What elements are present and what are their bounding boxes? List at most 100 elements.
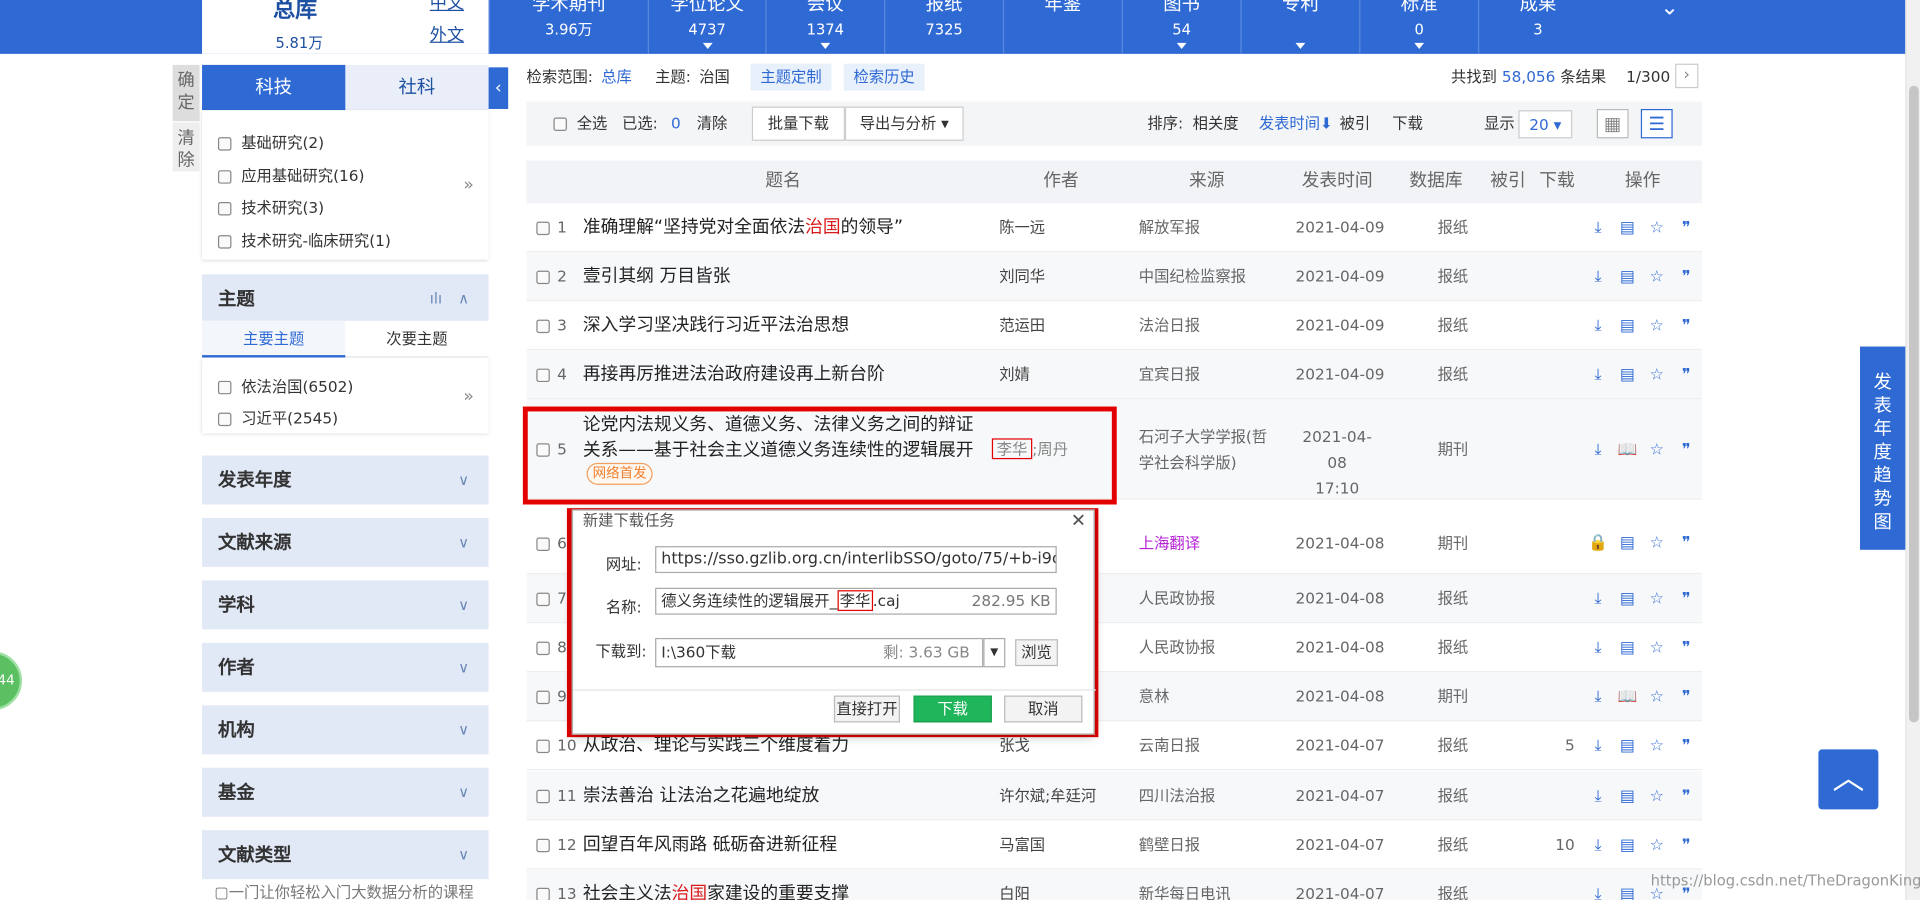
row-title[interactable]: 深入学习坚决践行习近平法治思想: [583, 301, 849, 350]
nav-tab[interactable]: 报纸 7325: [884, 0, 1003, 54]
quote-icon[interactable]: ❞: [1675, 315, 1697, 337]
favorite-icon[interactable]: ☆: [1646, 532, 1668, 554]
html-read-icon[interactable]: ▤: [1616, 217, 1638, 239]
clear-selection-button[interactable]: 清除: [697, 102, 728, 146]
year-trend-button[interactable]: 发表年度趋势图: [1860, 346, 1906, 550]
favorite-icon[interactable]: ☆: [1646, 834, 1668, 856]
quote-icon[interactable]: ❞: [1675, 834, 1697, 856]
table-row[interactable]: 13 社会主义法治国家建设的重要支撑 白阳 新华每日电讯 2021-04-07 报纸 ⤓ ▤ ☆…: [526, 869, 1703, 900]
download-icon[interactable]: ⤓: [1587, 785, 1609, 807]
favorite-icon[interactable]: ☆: [1646, 785, 1668, 807]
tab-science[interactable]: 科技: [202, 64, 346, 111]
research-item[interactable]: 基础研究(2): [217, 130, 324, 153]
download-icon[interactable]: ⤓: [1587, 883, 1609, 900]
row-author[interactable]: 刘同华: [999, 252, 1045, 301]
favorite-icon[interactable]: ☆: [1646, 438, 1668, 460]
row-title[interactable]: 回望百年风雨路 砥砺奋进新征程: [583, 820, 837, 869]
quote-icon[interactable]: ❞: [1675, 686, 1697, 708]
download-icon[interactable]: ⤓: [1587, 217, 1609, 239]
row-source[interactable]: 人民政协报: [1139, 623, 1216, 672]
clear-filter-button[interactable]: 清除: [172, 122, 200, 172]
quote-icon[interactable]: ❞: [1675, 637, 1697, 659]
table-row[interactable]: 2 壹引其纲 万目皆张 刘同华 中国纪检监察报 2021-04-09 报纸 ⤓ ▤ ☆ ❞: [526, 252, 1703, 302]
floating-speed-ball[interactable]: 44: [0, 651, 23, 711]
row-source[interactable]: 新华每日电讯: [1139, 869, 1231, 900]
close-icon[interactable]: ✕: [1071, 509, 1086, 531]
facet-doc-type[interactable]: 文献类型 ∨: [202, 830, 489, 880]
row-author[interactable]: 范运田: [999, 301, 1045, 350]
row-author[interactable]: 许尔斌;牟廷河: [999, 771, 1096, 820]
path-dropdown-icon[interactable]: ▾: [983, 637, 1006, 668]
page-size-select[interactable]: 20 ▾: [1518, 110, 1573, 139]
facet-year[interactable]: 发表年度 ∨: [202, 455, 489, 505]
download-icon[interactable]: ⤓: [1587, 364, 1609, 386]
download-icon[interactable]: ⤓: [1587, 588, 1609, 610]
back-to-top-icon[interactable]: ︿: [1818, 749, 1879, 810]
table-row[interactable]: 3 深入学习坚决践行习近平法治思想 范运田 法治日报 2021-04-09 报纸 ⤓ ▤ ☆ ❞: [526, 301, 1703, 351]
html-read-icon[interactable]: ▤: [1616, 637, 1638, 659]
topic-item[interactable]: 依法治国(6502): [217, 373, 353, 396]
page-scrollbar[interactable]: [1905, 0, 1920, 900]
row-number[interactable]: 6: [536, 512, 567, 574]
batch-download-button[interactable]: 批量下载: [751, 106, 845, 141]
download-icon[interactable]: ⤓: [1587, 834, 1609, 856]
favorite-icon[interactable]: ☆: [1646, 217, 1668, 239]
open-direct-button[interactable]: 直接打开: [833, 695, 901, 723]
research-item[interactable]: 技术研究(3): [217, 195, 324, 218]
row-source[interactable]: 上海翻译: [1139, 512, 1200, 574]
course-ad-image[interactable]: ▢一门让你轻松入门大数据分析的课程: [214, 879, 473, 900]
row-number[interactable]: 7: [536, 574, 567, 623]
html-read-icon[interactable]: ▤: [1616, 266, 1638, 288]
html-read-icon[interactable]: ▤: [1616, 588, 1638, 610]
expand-nav-icon[interactable]: ⌄: [1660, 0, 1692, 24]
row-source[interactable]: 宜宾日报: [1139, 350, 1200, 399]
row-source[interactable]: 法治日报: [1139, 301, 1200, 350]
tab-secondary-topic[interactable]: 次要主题: [345, 321, 488, 358]
confirm-button[interactable]: 确定: [172, 64, 200, 122]
facet-source[interactable]: 文献来源 ∨: [202, 517, 489, 567]
facet-subject[interactable]: 学科 ∨: [202, 580, 489, 630]
quote-icon[interactable]: ❞: [1675, 785, 1697, 807]
research-item[interactable]: 技术研究-临床研究(1): [217, 228, 391, 251]
read-book-icon[interactable]: 📖: [1616, 438, 1638, 460]
row-number[interactable]: 12: [536, 820, 577, 869]
favorite-icon[interactable]: ☆: [1646, 637, 1668, 659]
row-number[interactable]: 13: [536, 869, 577, 900]
nav-tab[interactable]: 图书 54: [1121, 0, 1241, 54]
row-source[interactable]: 四川法治报: [1139, 771, 1216, 820]
row-number[interactable]: 2: [536, 252, 567, 301]
html-read-icon[interactable]: ▤: [1616, 364, 1638, 386]
nav-tab[interactable]: 年鉴: [1002, 0, 1122, 54]
row-author[interactable]: 刘婧: [999, 350, 1030, 399]
browse-button[interactable]: 浏览: [1015, 639, 1058, 667]
download-icon[interactable]: ⤓: [1587, 735, 1609, 757]
favorite-icon[interactable]: ☆: [1646, 686, 1668, 708]
row-source[interactable]: 意林: [1139, 672, 1170, 721]
topic-item[interactable]: 习近平(2545): [217, 405, 338, 428]
facet-topic-header[interactable]: 主题 ılı ∧: [202, 274, 489, 324]
quote-icon[interactable]: ❞: [1675, 588, 1697, 610]
facet-institution[interactable]: 机构 ∨: [202, 705, 489, 755]
row-author[interactable]: 陈一远: [999, 203, 1045, 252]
favorite-icon[interactable]: ☆: [1646, 364, 1668, 386]
html-read-icon[interactable]: ▤: [1616, 883, 1638, 900]
topic-custom-button[interactable]: 主题定制: [750, 63, 832, 91]
tab-social[interactable]: 社科: [345, 65, 488, 110]
row-author[interactable]: 白阳: [999, 869, 1030, 900]
download-icon[interactable]: ⤓: [1587, 438, 1609, 460]
sort-relevance[interactable]: 相关度: [1193, 102, 1239, 146]
download-icon[interactable]: ⤓: [1587, 637, 1609, 659]
row-source[interactable]: 解放军报: [1139, 203, 1200, 252]
row-source[interactable]: 鹤壁日报: [1139, 820, 1200, 869]
row-author[interactable]: 马富国: [999, 820, 1045, 869]
quote-icon[interactable]: ❞: [1675, 217, 1697, 239]
quote-icon[interactable]: ❞: [1675, 532, 1697, 554]
cancel-button[interactable]: 取消: [1004, 695, 1083, 723]
nav-tab[interactable]: 会议 1374: [765, 0, 884, 54]
row-number[interactable]: 4: [536, 350, 567, 399]
favorite-icon[interactable]: ☆: [1646, 735, 1668, 757]
sort-cite[interactable]: 被引: [1340, 102, 1371, 146]
facet-author[interactable]: 作者 ∨: [202, 642, 489, 692]
save-path-field[interactable]: I:\360下载 剩: 3.63 GB: [655, 637, 984, 668]
col-title[interactable]: 题名: [765, 160, 801, 203]
